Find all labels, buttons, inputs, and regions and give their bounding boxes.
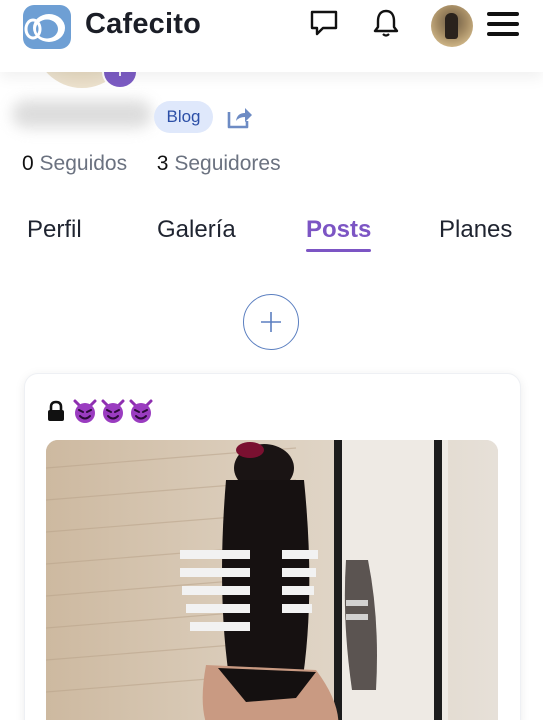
user-avatar[interactable] <box>431 5 473 47</box>
devil-emoji-icon <box>72 398 98 424</box>
plus-icon <box>261 312 281 332</box>
tab-label: Posts <box>306 216 372 243</box>
followers-count: 3 <box>156 152 169 175</box>
following-count: 0 <box>22 152 34 175</box>
app-header: Cafecito <box>0 0 543 72</box>
tab-label: Galería <box>157 216 236 243</box>
bell-icon[interactable] <box>371 8 401 38</box>
lock-icon <box>46 400 66 422</box>
brand-name[interactable]: Cafecito <box>85 8 201 41</box>
devil-emoji-icon <box>128 398 154 424</box>
active-tab-underline <box>306 249 372 252</box>
followers-label[interactable]: Seguidores <box>174 152 280 175</box>
tab-planes[interactable]: Planes <box>439 216 512 244</box>
avatar-figure <box>445 13 458 39</box>
page: Cafecito + Blog 0 Segui <box>0 0 543 720</box>
add-post-button[interactable] <box>243 294 299 350</box>
blog-badge[interactable]: Blog <box>154 101 213 133</box>
devil-emoji-icon <box>100 398 126 424</box>
post-photo-placeholder <box>46 440 498 720</box>
post-title <box>46 398 154 424</box>
chat-icon[interactable] <box>309 8 339 38</box>
tab-label: Perfil <box>27 216 82 243</box>
tab-label: Planes <box>439 216 513 243</box>
logo-icon[interactable] <box>22 4 72 50</box>
username-blurred <box>12 100 152 128</box>
post-image[interactable] <box>46 440 498 720</box>
tab-perfil[interactable]: Perfil <box>27 216 82 244</box>
tab-galeria[interactable]: Galería <box>157 216 236 244</box>
following-label[interactable]: Seguidos <box>40 152 128 175</box>
tab-posts[interactable]: Posts <box>306 216 372 252</box>
post-card[interactable] <box>24 373 521 720</box>
share-icon[interactable] <box>226 104 254 130</box>
hamburger-menu-icon[interactable] <box>487 12 519 40</box>
follow-stats: 0 Seguidos 3 Seguidores <box>22 152 281 176</box>
profile-tabs: Perfil Galería Posts Planes <box>0 216 543 256</box>
